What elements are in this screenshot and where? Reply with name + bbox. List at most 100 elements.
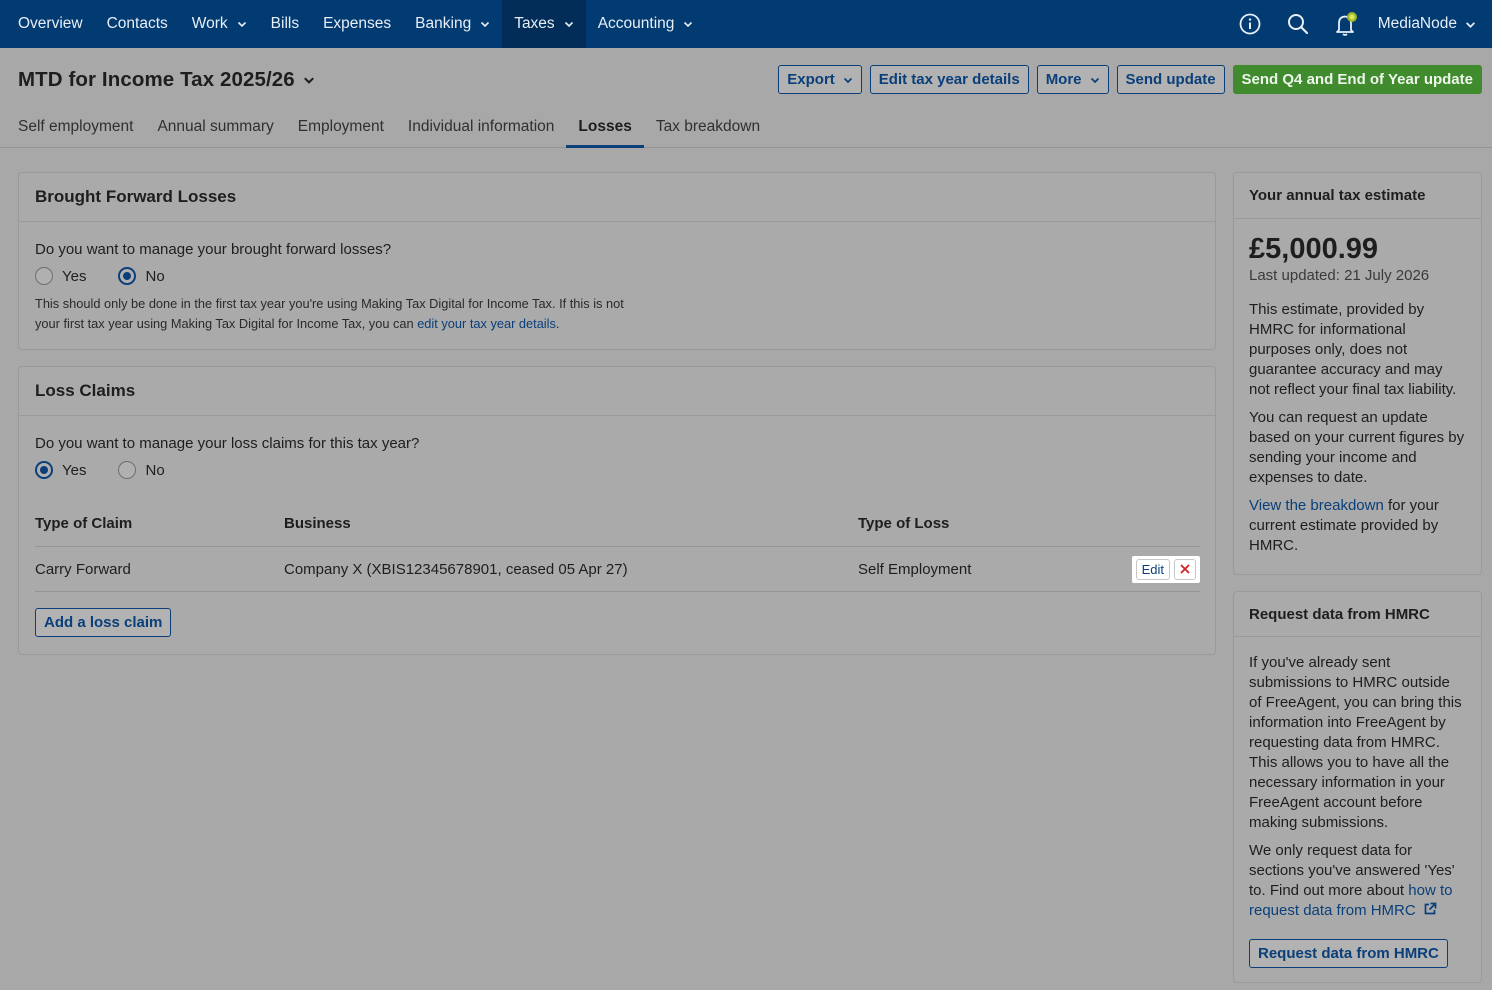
nav-item-label: Contacts	[106, 15, 168, 32]
send-final-update-button[interactable]: Send Q4 and End of Year update	[1232, 65, 1482, 94]
nav-item-bills[interactable]: Bills	[259, 0, 311, 48]
breakdown-paragraph: View the breakdown for your current esti…	[1249, 496, 1466, 556]
radio-no[interactable]: No	[118, 267, 165, 285]
tab-individual-information[interactable]: Individual information	[396, 114, 566, 148]
delete-claim-button[interactable]	[1174, 558, 1196, 580]
page-title-text: MTD for Income Tax 2025/26	[18, 68, 295, 91]
radio-label: No	[145, 267, 165, 285]
nav-item-label: Overview	[18, 15, 83, 32]
page-title[interactable]: MTD for Income Tax 2025/26	[18, 68, 315, 92]
row-actions: Edit	[1131, 555, 1200, 583]
tab-self-employment[interactable]: Self employment	[6, 114, 145, 148]
chevron-down-icon	[1466, 21, 1475, 28]
table-header-row: Type of Claim Business Type of Loss	[35, 515, 1200, 547]
estimate-disclaimer: This estimate, provided by HMRC for info…	[1249, 301, 1457, 398]
nav-item-banking[interactable]: Banking	[403, 0, 502, 48]
search-icon[interactable]	[1274, 0, 1322, 48]
nav-item-work[interactable]: Work	[180, 0, 259, 48]
request-info-text: If you've already sent submissions to HM…	[1249, 654, 1462, 831]
radio-no[interactable]: No	[118, 461, 165, 479]
radio-label: No	[145, 461, 165, 479]
loss-claims-card: Loss Claims Do you want to manage your l…	[18, 366, 1216, 655]
chevron-down-icon	[564, 21, 573, 28]
question-text: Do you want to manage your loss claims f…	[35, 435, 420, 452]
radio-label: Yes	[62, 461, 87, 479]
tax-estimate-card: Your annual tax estimate £5,000.99 Last …	[1233, 172, 1482, 575]
top-navigation: Overview Contacts Work Bills Expenses Banking…	[0, 0, 1492, 48]
tab-losses[interactable]: Losses	[566, 114, 644, 148]
chevron-down-icon	[1090, 77, 1099, 83]
estimate-update-info: You can request an update based on your …	[1249, 409, 1465, 486]
question-text: Do you want to manage your brought forwa…	[35, 241, 392, 258]
nav-item-label: Work	[191, 15, 228, 32]
actions-cell: Edit	[1088, 546, 1200, 592]
nav-item-taxes[interactable]: Taxes	[502, 0, 586, 48]
tab-employment[interactable]: Employment	[286, 114, 396, 148]
table-row: Carry Forward Company X (XBIS12345678901…	[35, 546, 1200, 592]
column-header: Business	[284, 515, 858, 547]
send-update-button[interactable]: Send update	[1116, 65, 1225, 94]
info-icon[interactable]	[1226, 0, 1274, 48]
radio-button[interactable]	[35, 267, 53, 285]
nav-item-label: Expenses	[323, 15, 392, 32]
brought-forward-card: Brought Forward Losses Do you want to ma…	[18, 172, 1216, 350]
request-data-button[interactable]: Request data from HMRC	[1249, 939, 1448, 968]
account-name: MediaNode	[1377, 15, 1457, 32]
column-header-actions	[1088, 515, 1200, 547]
business-cell: Company X (XBIS12345678901, ceased 05 Ap…	[284, 546, 858, 592]
account-menu[interactable]: MediaNode	[1370, 15, 1492, 33]
notification-bell-icon[interactable]	[1322, 0, 1370, 48]
more-label: More	[1045, 71, 1082, 88]
nav-item-accounting[interactable]: Accounting	[586, 0, 706, 48]
last-updated-text: Last updated: 21 July 2026	[1249, 267, 1430, 284]
column-header: Type of Loss	[858, 515, 1088, 547]
chevron-down-icon	[843, 77, 852, 83]
chevron-down-icon	[237, 21, 246, 28]
radio-yes[interactable]: Yes	[35, 267, 86, 285]
radio-button[interactable]	[35, 461, 53, 479]
chevron-down-icon	[481, 21, 490, 28]
radio-label: Yes	[62, 267, 87, 285]
card-title: Loss Claims	[19, 367, 1215, 416]
chevron-down-icon	[684, 21, 693, 28]
close-icon	[1180, 564, 1190, 574]
radio-group: Yes No	[35, 461, 1199, 479]
claim-type-cell: Carry Forward	[35, 546, 284, 592]
card-title: Brought Forward Losses	[19, 173, 1215, 222]
tab-annual-summary[interactable]: Annual summary	[145, 114, 285, 148]
header-actions: Export Edit tax year details More Send u…	[778, 65, 1482, 94]
page-header: MTD for Income Tax 2025/26 Export Edit t…	[0, 48, 1492, 148]
edit-claim-button[interactable]: Edit	[1135, 558, 1170, 580]
tab-bar: Self employment Annual summary Employment I…	[6, 114, 772, 148]
edit-tax-year-button[interactable]: Edit tax year details	[869, 65, 1029, 94]
column-header: Type of Claim	[35, 515, 284, 547]
add-loss-claim-button[interactable]: Add a loss claim	[35, 608, 172, 637]
radio-button[interactable]	[118, 461, 137, 479]
nav-item-label: Bills	[270, 15, 300, 32]
nav-item-contacts[interactable]: Contacts	[95, 0, 180, 48]
view-breakdown-link[interactable]: View the breakdown	[1249, 497, 1384, 514]
tax-estimate-amount: £5,000.99	[1249, 233, 1379, 265]
request-sections-text: We only request data for sections you've…	[1249, 841, 1466, 921]
card-title: Your annual tax estimate	[1234, 173, 1481, 219]
card-title: Request data from HMRC	[1234, 592, 1481, 637]
tab-tax-breakdown[interactable]: Tax breakdown	[644, 114, 772, 148]
export-button[interactable]: Export	[778, 65, 862, 94]
nav-items: Overview Contacts Work Bills Expenses Banking…	[0, 0, 705, 48]
note-text-end: .	[555, 316, 560, 331]
more-button[interactable]: More	[1036, 65, 1109, 94]
edit-tax-year-link[interactable]: edit your tax year details	[417, 316, 556, 331]
loss-type-cell: Self Employment	[858, 546, 1088, 592]
loss-claims-table: Type of Claim Business Type of Loss Carr…	[35, 515, 1200, 592]
export-label: Export	[787, 71, 835, 88]
info-note: This should only be done in the first ta…	[35, 294, 635, 334]
nav-item-expenses[interactable]: Expenses	[311, 0, 403, 48]
nav-item-overview[interactable]: Overview	[0, 0, 95, 48]
nav-item-label: Accounting	[597, 15, 675, 32]
radio-group: Yes No	[35, 267, 1199, 285]
nav-right: MediaNode	[1226, 0, 1492, 48]
request-data-card: Request data from HMRC If you've already…	[1233, 591, 1482, 983]
radio-yes[interactable]: Yes	[35, 461, 86, 479]
radio-button[interactable]	[118, 267, 137, 285]
nav-item-label: Taxes	[514, 15, 555, 32]
